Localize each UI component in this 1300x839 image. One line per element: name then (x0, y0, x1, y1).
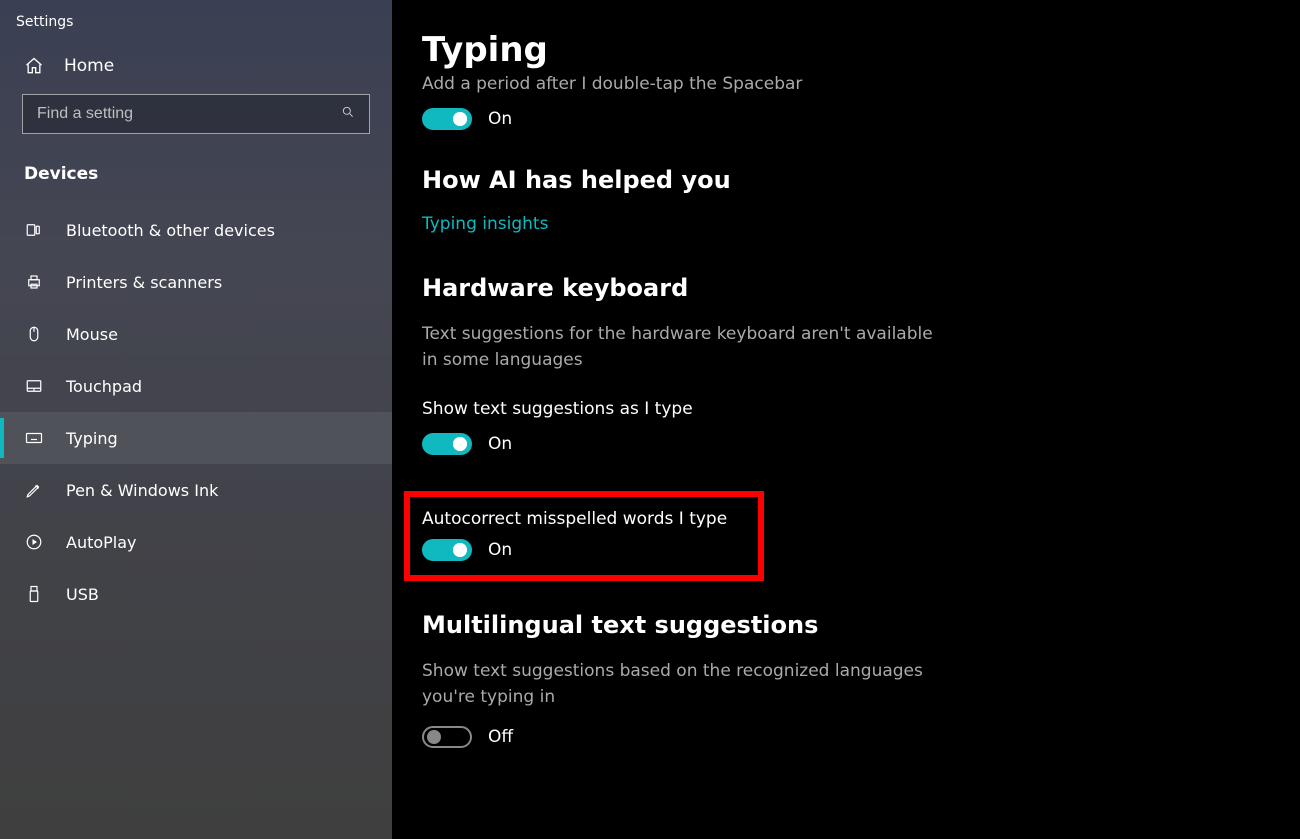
typing-insights-link[interactable]: Typing insights (422, 214, 548, 234)
bluetooth-icon (24, 220, 44, 240)
multilingual-heading: Multilingual text suggestions (422, 611, 1300, 639)
sidebar-item-mouse[interactable]: Mouse (0, 308, 392, 360)
spacebar-toggle[interactable] (422, 108, 472, 130)
show-suggestions-label: Show text suggestions as I type (422, 399, 1300, 419)
spacebar-toggle-state: On (488, 109, 512, 129)
sidebar-item-label: AutoPlay (66, 533, 137, 552)
sidebar-item-label: Touchpad (66, 377, 142, 396)
sidebar-section-label: Devices (0, 150, 392, 204)
nav-home[interactable]: Home (0, 38, 392, 94)
sidebar-item-bluetooth[interactable]: Bluetooth & other devices (0, 204, 392, 256)
autocorrect-toggle[interactable] (422, 539, 472, 561)
sidebar-item-label: Pen & Windows Ink (66, 481, 218, 500)
multilingual-toggle[interactable] (422, 726, 472, 748)
touchpad-icon (24, 376, 44, 396)
ai-heading: How AI has helped you (422, 166, 1300, 194)
sidebar-item-label: Mouse (66, 325, 118, 344)
main-content: Typing Add a period after I double-tap t… (392, 0, 1300, 839)
sidebar-item-label: USB (66, 585, 99, 604)
search-container (0, 94, 392, 150)
sidebar-item-label: Typing (66, 429, 118, 448)
sidebar-nav: Bluetooth & other devices Printers & sca… (0, 204, 392, 620)
search-box[interactable] (22, 94, 370, 134)
search-input[interactable] (37, 105, 341, 123)
sidebar-item-autoplay[interactable]: AutoPlay (0, 516, 392, 568)
sidebar-item-printers[interactable]: Printers & scanners (0, 256, 392, 308)
pen-icon (24, 480, 44, 500)
multilingual-toggle-state: Off (488, 727, 513, 747)
hardware-keyboard-desc: Text suggestions for the hardware keyboa… (422, 322, 942, 373)
spacebar-setting-label: Add a period after I double-tap the Spac… (422, 74, 1300, 94)
usb-icon (24, 584, 44, 604)
show-suggestions-toggle-state: On (488, 434, 512, 454)
mouse-icon (24, 324, 44, 344)
autocorrect-label: Autocorrect misspelled words I type (422, 509, 746, 529)
sidebar-item-usb[interactable]: USB (0, 568, 392, 620)
annotation-highlight: Autocorrect misspelled words I type On (404, 491, 764, 581)
search-icon (341, 105, 355, 123)
sidebar: Settings Home Devices Bluetooth & other … (0, 0, 392, 839)
sidebar-item-typing[interactable]: Typing (0, 412, 392, 464)
page-title: Typing (422, 30, 1300, 70)
keyboard-icon (24, 428, 44, 448)
sidebar-item-label: Bluetooth & other devices (66, 221, 275, 240)
window-title: Settings (0, 0, 392, 38)
home-icon (24, 56, 44, 76)
sidebar-item-touchpad[interactable]: Touchpad (0, 360, 392, 412)
hardware-keyboard-heading: Hardware keyboard (422, 274, 1300, 302)
printer-icon (24, 272, 44, 292)
autoplay-icon (24, 532, 44, 552)
show-suggestions-toggle[interactable] (422, 433, 472, 455)
autocorrect-toggle-state: On (488, 540, 512, 560)
multilingual-desc: Show text suggestions based on the recog… (422, 659, 942, 710)
sidebar-item-pen[interactable]: Pen & Windows Ink (0, 464, 392, 516)
nav-home-label: Home (64, 56, 114, 76)
sidebar-item-label: Printers & scanners (66, 273, 222, 292)
